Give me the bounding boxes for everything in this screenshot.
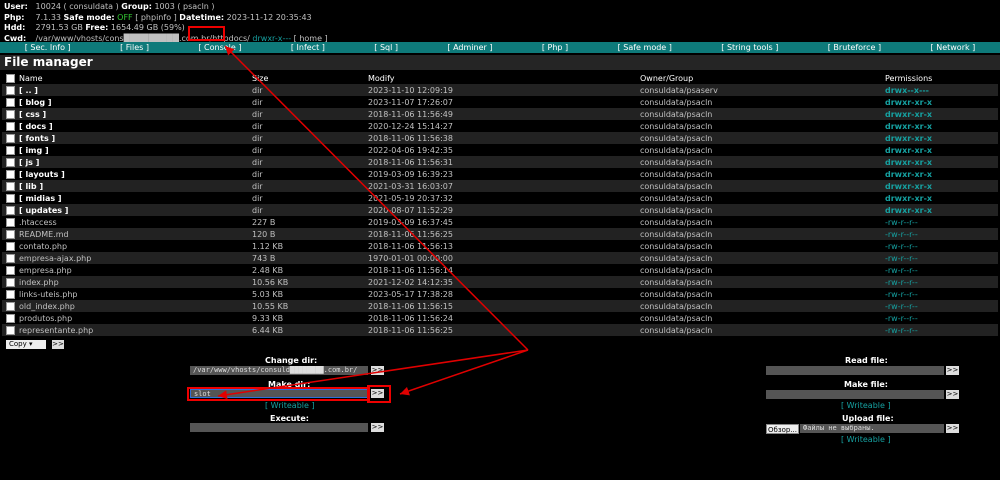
arrow-to-make-dir-button bbox=[399, 349, 529, 396]
annotation-arrows bbox=[217, 45, 529, 400]
arrow-to-httpdocs bbox=[224, 45, 529, 351]
arrow-to-make-dir-input bbox=[217, 349, 529, 400]
